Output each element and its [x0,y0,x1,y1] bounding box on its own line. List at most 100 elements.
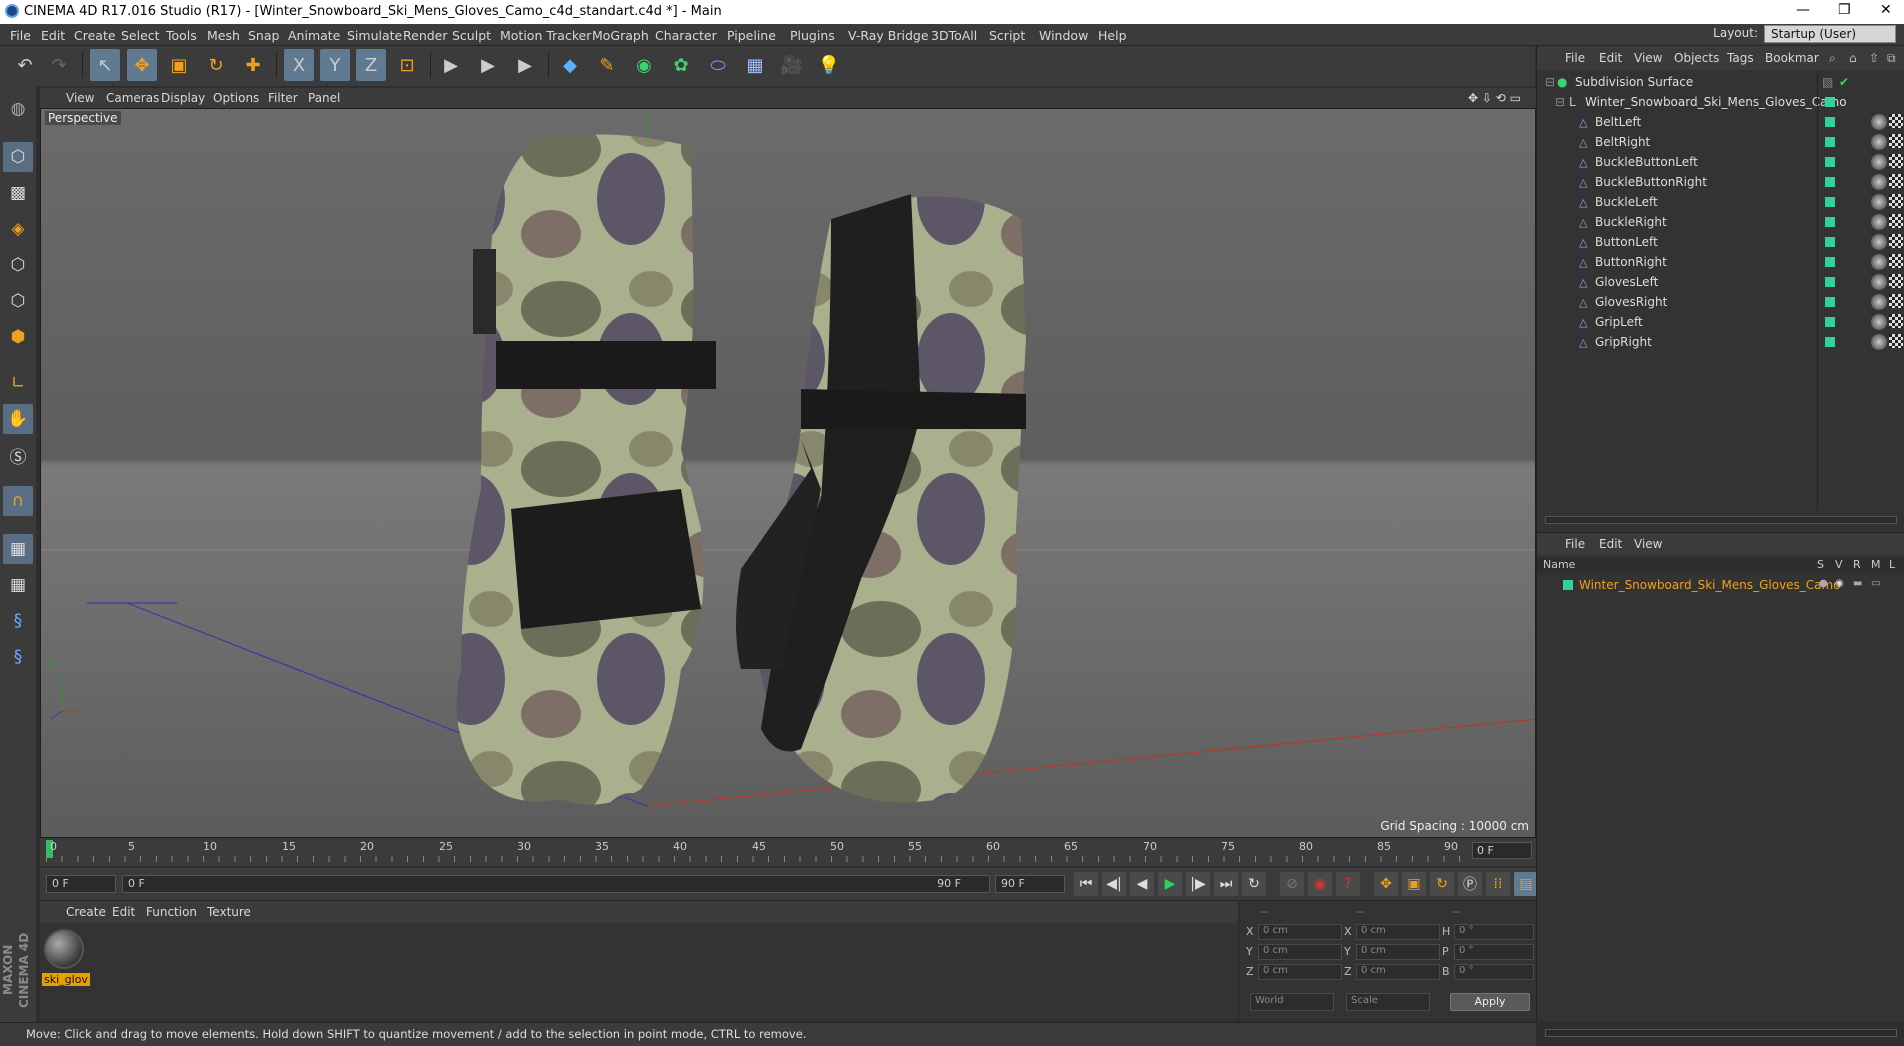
layer-color-swatch[interactable] [1825,257,1835,267]
restore-button[interactable]: ❐ [1838,2,1851,18]
object-row-group[interactable]: ⊟ L Winter_Snowboard_Ski_Mens_Gloves_Cam… [1537,92,1904,112]
spline-pen-button[interactable]: ✎ [592,49,622,81]
manager-toggle-icon[interactable]: ▭ [1871,578,1880,589]
add-object-button[interactable]: ✚ [238,49,268,81]
column-manager[interactable]: M [1871,558,1881,571]
object-row[interactable]: △ GlovesRight [1537,292,1904,312]
render-toggle-icon[interactable]: ▬ [1853,578,1862,589]
close-button[interactable]: ✕ [1880,2,1892,18]
end-frame-field[interactable]: 90 F [995,875,1065,893]
object-row[interactable]: △ BeltLeft [1537,112,1904,132]
menu-vray-bridge[interactable]: V-Ray Bridge [848,28,929,43]
render-picture-viewer-button[interactable]: ▶ [473,49,503,81]
size-y-field[interactable]: 0 cm [1356,944,1440,960]
horizontal-scrollbar[interactable] [1545,1029,1897,1037]
coordinate-system-button[interactable]: ⊡ [392,49,422,81]
3d-viewport[interactable]: Perspective Y Grid Spacing : 10000 cm [40,108,1536,838]
tweak-mode-icon[interactable]: ✋ [3,404,33,434]
layer-color-swatch[interactable] [1825,317,1835,327]
material-tag-icon[interactable] [1871,174,1887,190]
viewport-menu-view[interactable]: View [66,91,94,105]
previous-keyframe-button[interactable]: ◀| [1102,872,1126,896]
column-solo[interactable]: S [1817,558,1824,571]
layer-color-swatch[interactable] [1825,337,1835,347]
object-row[interactable]: △ BuckleButtonRight [1537,172,1904,192]
object-row[interactable]: △ BuckleButtonLeft [1537,152,1904,172]
menu-edit[interactable]: Edit [41,28,65,43]
axis-mode-icon[interactable]: ∟ [3,368,33,398]
points-mode-icon[interactable]: ⬡ [3,250,33,280]
material-preview-thumbnail[interactable] [44,929,84,969]
layers-menu-edit[interactable]: Edit [1599,537,1622,551]
size-z-field[interactable]: 0 cm [1356,964,1440,980]
size-x-field[interactable]: 0 cm [1356,924,1440,940]
search-icon[interactable]: ⌕ [1829,51,1836,66]
cube-primitive-button[interactable]: ◆ [555,49,585,81]
object-row[interactable]: △ ButtonRight [1537,252,1904,272]
material-name[interactable]: ski_glov [42,973,90,986]
objects-menu-file[interactable]: File [1565,51,1585,65]
menu-sculpt[interactable]: Sculpt [452,28,491,43]
layer-color-swatch[interactable] [1825,97,1835,107]
solo-mode-icon[interactable]: Ⓢ [3,440,33,470]
object-row[interactable]: △ BuckleLeft [1537,192,1904,212]
horizontal-scrollbar[interactable] [1545,516,1897,524]
column-render[interactable]: R [1853,558,1861,571]
material-tag-icon[interactable] [1871,134,1887,150]
minimize-button[interactable]: — [1796,2,1810,18]
render-settings-button[interactable]: ▶ [510,49,540,81]
rotation-b-field[interactable]: 0 ° [1454,964,1534,980]
solo-toggle-icon[interactable]: ● [1819,578,1828,589]
world-dropdown[interactable]: World [1250,993,1334,1011]
uvw-tag-icon[interactable] [1889,294,1903,308]
viewport-menu-filter[interactable]: Filter [268,91,298,105]
uvw-tag-icon[interactable] [1889,214,1903,228]
loop-button[interactable]: ↻ [1242,872,1266,896]
menu-mograph[interactable]: MoGraph [592,28,649,43]
menu-render[interactable]: Render [403,28,448,43]
edit-toggle-icon[interactable]: ▧ [1822,75,1833,89]
rotation-p-field[interactable]: 0 ° [1454,944,1534,960]
key-param-icon[interactable]: Ⓟ [1458,872,1482,896]
z-axis-lock-button[interactable]: Z [356,49,386,81]
position-y-field[interactable]: 0 cm [1258,944,1342,960]
layer-color-swatch[interactable] [1825,217,1835,227]
menu-snap[interactable]: Snap [248,28,279,43]
uvw-tag-icon[interactable] [1889,194,1903,208]
menu-tools[interactable]: Tools [166,28,197,43]
layer-color-swatch[interactable] [1825,117,1835,127]
go-to-end-button[interactable]: ⏭ [1214,872,1238,896]
object-row[interactable]: △ BeltRight [1537,132,1904,152]
key-rotation-icon[interactable]: ↻ [1430,872,1454,896]
column-name[interactable]: Name [1543,558,1575,571]
snap-icon[interactable]: ∩ [3,486,33,516]
preview-range-slider[interactable]: 0 F 90 F [122,875,990,893]
new-manager-icon[interactable]: ⧉ [1887,51,1896,66]
viewport-menu-display[interactable]: Display [161,91,205,105]
scale-dropdown[interactable]: Scale [1346,993,1430,1011]
layer-color-swatch[interactable] [1825,177,1835,187]
next-frame-button[interactable]: |▶ [1186,872,1210,896]
object-row-subdivision[interactable]: ⊟ ● Subdivision Surface ▧ ✔ [1537,72,1904,92]
menu-pipeline[interactable]: Pipeline [727,28,776,43]
move-tool-button[interactable]: ✥ [127,49,157,81]
render-view-button[interactable]: ▶ [436,49,466,81]
locked-workplane-icon[interactable]: ▦ [3,534,33,564]
planar-workplane-icon[interactable]: ▦ [3,570,33,600]
subdivision-surface-button[interactable]: ◉ [629,49,659,81]
menu-window[interactable]: Window [1039,28,1088,43]
play-button[interactable]: ▶ [1158,872,1182,896]
material-tag-icon[interactable] [1871,234,1887,250]
material-menu-texture[interactable]: Texture [207,905,251,919]
collapse-icon[interactable]: ⊟ [1545,75,1555,89]
auto-key-icon[interactable]: ◉ [1308,872,1332,896]
menu-animate[interactable]: Animate [288,28,340,43]
workplane-mode-icon[interactable]: ◈ [3,214,33,244]
polygons-mode-icon[interactable]: ⬢ [3,322,33,352]
rotation-h-field[interactable]: 0 ° [1454,924,1534,940]
objects-menu-objects[interactable]: Objects [1674,51,1719,65]
layer-color-swatch[interactable] [1825,137,1835,147]
uvw-tag-icon[interactable] [1889,234,1903,248]
up-arrow-icon[interactable]: ⇧ [1869,51,1879,65]
objects-menu-view[interactable]: View [1634,51,1662,65]
